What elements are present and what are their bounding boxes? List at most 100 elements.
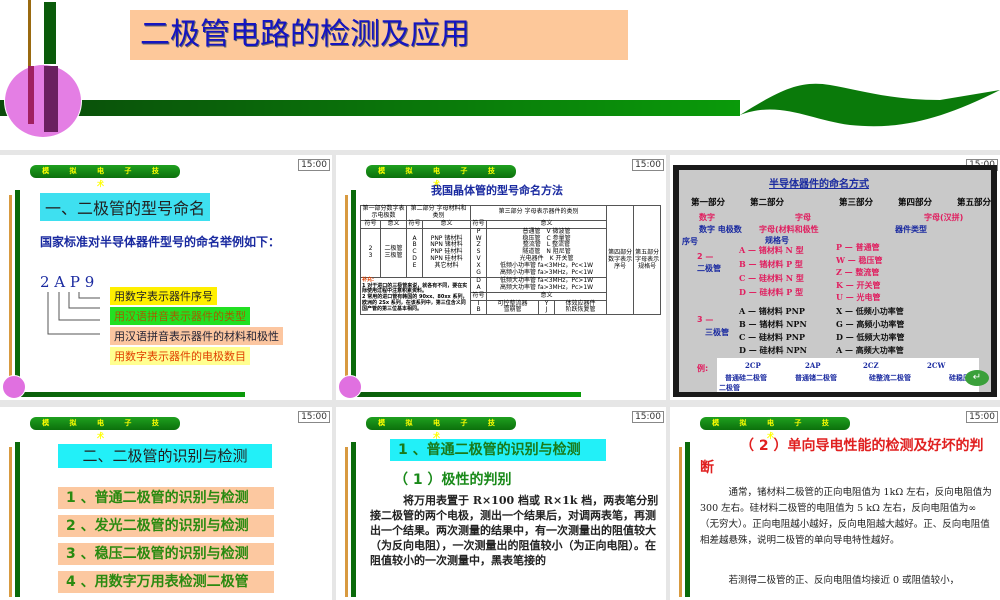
slide-timer: 15:00 [298,411,330,423]
example-code: 2CZ [863,361,879,370]
section-heading: 1 、普通二极管的识别与检测 [390,439,606,461]
col-header: 第五部分字母表示规格号 [633,204,662,316]
list-item: C — 硅材料 N 型 [739,273,804,283]
slide-header: 模 拟 电 子 技 术 [366,417,516,440]
list-item: X — 低频小功率管 [836,306,904,316]
example-box: 2CP 2AP 2CZ 2CW 普通硅二极管 普通锗二极管 硅整流二极管 硅稳压… [717,358,979,392]
sub-heading: （ 1 ）极性的判别 [394,472,512,488]
slide-header: 模 拟 电 子 技 术 [30,165,180,188]
decor-line [351,190,356,395]
slide-thumbnail-1[interactable]: 模 拟 电 子 技 术 15:00 一、二极管的型号命名 国家标准对半导体器件型… [0,155,332,400]
example-label: 例: [697,364,709,373]
slide-timer: 15:00 [966,411,998,423]
sub-label: 字母(汉拼) [924,213,964,222]
cell: 普通管 V 微波管 稳压管 C 参量管 整流管 L 整流管 隧道管 N 阻尼管 … [486,227,608,278]
decor-line [351,442,356,597]
list-item: B — 锗材料 NPN [739,319,807,329]
decor-line [9,195,12,395]
example-desc: 硅整流二极管 [869,374,911,382]
sub-label: 字母 [795,213,811,222]
col-header: 第一部分数字表示电极数 [359,205,408,221]
list-item: U — 光电管 [836,292,881,302]
title-slide[interactable]: 二极管电路的检测及应用 [0,0,1000,150]
section-heading: （ 2 ）单向导电性能的检测及好坏的判断 [700,438,984,476]
decor-bar [0,100,740,116]
naming-panel: 半导体器件的命名方式 第一部分 第二部分 第三部分 第四部分 第五部分 数字 数… [679,170,991,392]
cell: 2 3 [360,227,381,278]
section-heading: 一、二极管的型号命名 [40,193,211,221]
cell: 符号 [360,219,381,229]
diode-label: 二极管 [697,264,721,273]
slide-thumbnail-3[interactable]: 15:00 半导体器件的命名方式 第一部分 第二部分 第三部分 第四部分 第五部… [670,155,1000,400]
panel-title: 半导体器件的命名方式 [769,179,869,190]
list-item: A — 高频大功率管 [836,345,904,355]
cell: PNP 锗材料 NPN 锗材料 PNP 硅材料 NPN 硅材料 其它材料 [422,227,472,278]
topic-item[interactable]: 1 、普通二极管的识别与检测 [58,487,274,509]
sub-label: 器件类型 [895,225,927,234]
slide-thumbnail-5[interactable]: 模 拟 电 子 技 术 15:00 1 、普通二极管的识别与检测 （ 1 ）极性… [336,407,666,600]
sub-label: 数字 [699,213,715,222]
body-text: 若测得二极管的正、反向电阻值均接近 0 或阻值较小， [700,575,960,586]
slide-timer: 15:00 [632,159,664,171]
slide-thumbnail-2[interactable]: 模 拟 电 子 技 术 15:00 我国晶体管的型号命名方法 第一部分数字表示电… [336,155,666,400]
list-item: K — 开关管 [836,279,881,290]
part-label: 第三部分 [838,198,873,208]
page-title: 二极管电路的检测及应用 [140,17,470,52]
list-item: P — 普通管 [836,242,880,252]
table-title: 我国晶体管的型号命名方法 [431,184,563,197]
triode-label: 三极管 [705,328,729,337]
naming-table: 第一部分数字表示电极数 第二部分 字母材料和类别 第三部分 字母表示器件的类别 第四部… [359,204,662,316]
decor-line [685,442,690,597]
list-item: D — 硅材料 P 型 [739,287,804,297]
list-item: A — 锗材料 N 型 [739,245,804,255]
model-code: 2 A P 9 [40,273,95,291]
decor-line [15,442,20,597]
return-icon[interactable]: ↵ [965,370,989,386]
label-type: 用汉语拼音表示器件的类型 [110,307,250,325]
decor-line [679,447,682,597]
example-desc: 普通锗二极管 [795,374,837,382]
diode-materials: A — 锗材料 N 型 B — 锗材料 P 型 C — 硅材料 N 型 D — 硅材料… [739,243,804,299]
topic-item[interactable]: 2 、发光二极管的识别与检测 [58,515,274,537]
slide-thumbnail-6[interactable]: 模 拟 电 子 技 术 15:00 （ 2 ）单向导电性能的检测及好坏的判断 通… [670,407,1000,600]
diode-types: P — 普通管 W — 稳压管 Z — 整流管 K — 开关管 U — 光电管 [836,241,883,304]
list-item: D — 硅材料 NPN [739,345,807,355]
col-header: 第四部分数字表示序号 [606,204,635,316]
topic-item[interactable]: 4 、用数字万用表检测二极管 [58,571,274,593]
slide-header: 模 拟 电 子 技 术 [366,165,516,188]
triode-code: 3 — [697,315,714,324]
cell: A B C D E [406,227,424,278]
note-text: 1 对于进口的三极管来说，就各有不同，要在实际使用过程中注意积累资料。 2 常用… [362,282,468,312]
list-item: Z — 整流管 [836,267,880,277]
decor-circle [4,64,82,138]
part-label: 第一部分 [691,198,726,208]
cell: 符号 [470,219,488,229]
title-box: 二极管电路的检测及应用 [130,10,628,60]
label-material: 用汉语拼音表示器件的材料和极性 [110,327,283,345]
cell: 体效应器件 阶跃恢复管 [554,299,608,316]
slide-timer: 15:00 [632,411,664,423]
sub-label: 字母(材料和极性 [759,225,819,234]
label-electrodes: 用数字表示器件的电极数目 [110,347,250,365]
cell: P W Z S V X G [470,227,488,278]
cell: I B [470,299,488,316]
diode-code: 2 — [697,252,714,261]
list-item: G — 高频小功率管 [836,319,905,329]
example-code: 2AP [805,361,821,370]
body-text: 将万用表置于 R×100 档或 R×1k 档，两表笔分别接二极管的两个电极，测出… [370,494,659,567]
slide-thumbnail-4[interactable]: 模 拟 电 子 技 术 15:00 二、二极管的识别与检测 1 、普通二极管的识… [0,407,332,600]
slide-header: 模 拟 电 子 技 术 [30,417,180,440]
triode-types: X — 低频小功率管 G — 高频小功率管 D — 低频大功率管 A — 高频大功率管 [836,305,905,357]
decor-line [44,66,58,132]
part-label: 第五部分 [956,198,991,208]
decor-line [345,195,348,395]
triode-materials: A — 锗材料 PNP B — 锗材料 NPN C — 硅材料 PNP D — 硅材料… [739,305,807,357]
example-desc: 普通硅二极管 [725,374,767,382]
part-label: 第二部分 [749,198,784,208]
example-desc: 二极管 [719,384,740,392]
decor-line [345,447,348,597]
slide-timer: 15:00 [298,159,330,171]
cell: 可控整流器 雪崩管 [486,299,540,316]
example-code: 2CP [745,361,761,370]
topic-item[interactable]: 3 、稳压二极管的识别与检测 [58,543,274,565]
